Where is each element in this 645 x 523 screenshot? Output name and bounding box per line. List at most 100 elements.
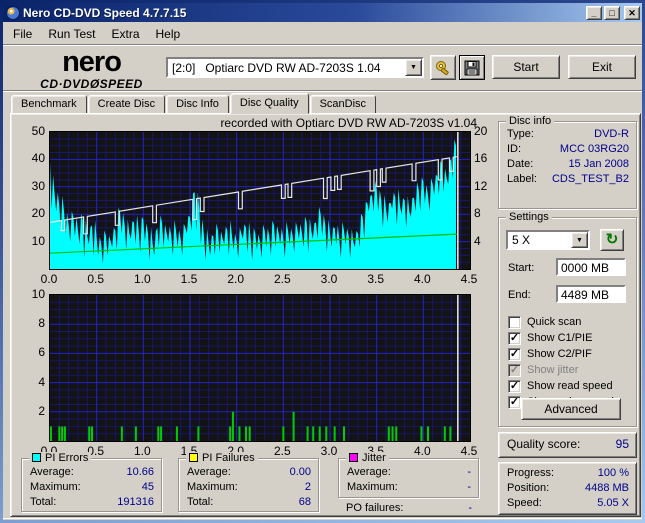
pi-errors-label: Total:	[30, 496, 57, 508]
speed-select-value: 5 X	[512, 233, 531, 247]
tab-disc-info[interactable]: Disc Info	[166, 95, 229, 114]
checkbox-show-jitter[interactable]: ✓ Show jitter	[508, 363, 578, 377]
axis-tick: 3.0	[320, 444, 338, 458]
start-mb-field[interactable]: 0000 MB	[556, 258, 626, 276]
title-bar[interactable]: Nero CD-DVD Speed 4.7.7.15 _ □ ✕	[3, 3, 642, 22]
pi-errors-panel-title: PI Errors	[29, 452, 92, 464]
pi-errors-value: 10.66	[126, 466, 154, 478]
pi-errors-row: Maximum: 45	[22, 480, 161, 495]
checkbox-show-read-speed[interactable]: ✓ Show read speed	[508, 379, 613, 393]
save-button[interactable]	[459, 55, 485, 80]
end-mb-field[interactable]: 4489 MB	[556, 285, 626, 303]
quality-score-value: 95	[615, 437, 629, 451]
disc-info-panel: Disc info Type: DVD-R ID: MCC 03RG20 Date: 15…	[498, 115, 637, 209]
pi-failures-panel-title: PI Failures	[186, 452, 258, 464]
pi-errors-panel: PI Errors Average: 10.66 Maximum: 45 Total: 1…	[21, 452, 162, 512]
pi-failures-panel: PI Failures Average: 0.00 Maximum: 2 Total: 6…	[178, 452, 319, 512]
axis-tick: 0.5	[87, 272, 104, 286]
checkbox-box[interactable]: ✓	[508, 347, 521, 361]
refresh-button[interactable]: ↻	[600, 229, 624, 251]
tab-scandisc[interactable]: ScanDisc	[309, 95, 377, 114]
window-client-area: Nero CD-DVD Speed 4.7.7.15 _ □ ✕ File Run…	[3, 3, 642, 520]
jitter-label: Average:	[347, 466, 391, 478]
disc-info-label: ID:	[507, 143, 522, 155]
disc-info-value: CDS_TEST_B2	[551, 173, 629, 185]
pi-errors-row: Total: 191316	[22, 495, 161, 510]
end-mb-label: End:	[508, 289, 531, 301]
menu-item-file[interactable]: File	[5, 25, 40, 43]
pi-errors-value: 191316	[117, 496, 154, 508]
jitter-row: Maximum: -	[339, 480, 478, 495]
menu-item-run-test[interactable]: Run Test	[40, 25, 103, 43]
tools-icon	[436, 60, 449, 75]
pi-failures-label: Total:	[187, 496, 214, 508]
close-button[interactable]: ✕	[624, 5, 640, 20]
jitter-value: -	[467, 466, 471, 478]
pi-errors-swatch	[32, 453, 41, 462]
disc-info-row: Label: CDS_TEST_B2	[499, 172, 636, 187]
toolbar: nero CD·DVDØSPEED [2:0] Optiarc DVD RW A…	[3, 46, 642, 114]
jitter-swatch	[349, 453, 358, 462]
checkbox-show-c2-pif[interactable]: ✓ Show C2/PIF	[508, 347, 592, 361]
menu-item-extra[interactable]: Extra	[103, 25, 147, 43]
disc-info-value: 15 Jan 2008	[568, 158, 629, 170]
refresh-icon: ↻	[605, 231, 619, 248]
axis-tick: 2.5	[273, 272, 291, 286]
drive-select-value: [2:0] Optiarc DVD RW AD-7203S 1.04	[172, 60, 381, 75]
pi-errors-chart	[49, 131, 471, 270]
pi-failures-value: 68	[298, 496, 311, 508]
menu-item-help[interactable]: Help	[148, 25, 189, 43]
axis-tick: 0.0	[40, 272, 58, 286]
pi-failures-swatch	[189, 453, 198, 462]
disc-info-title: Disc info	[506, 115, 555, 127]
po-failures-value: -	[468, 502, 472, 514]
app-icon	[6, 5, 20, 20]
chevron-down-icon[interactable]: ▼	[405, 59, 422, 76]
axis-tick: 3.0	[320, 272, 338, 286]
disc-info-label: Type:	[507, 128, 534, 140]
checkbox-box[interactable]: ✓	[508, 395, 521, 409]
status-strip	[3, 518, 642, 520]
disc-info-value: MCC 03RG20	[559, 143, 629, 155]
progress-panel: Progress: 100 % Position: 4488 MB Speed: 5.05…	[498, 462, 637, 515]
checkbox-box[interactable]: ✓	[508, 363, 521, 377]
progress-value: 5.05 X	[597, 497, 629, 509]
progress-label: Speed:	[507, 497, 542, 509]
settings-panel: Settings 5 X ▼ ↻ Start: 0000 MB End: 448…	[498, 211, 637, 427]
tab-create-disc[interactable]: Create Disc	[87, 95, 166, 114]
checkbox-label: Show jitter	[527, 364, 579, 376]
drive-select[interactable]: [2:0] Optiarc DVD RW AD-7203S 1.04 ▼	[166, 57, 424, 78]
exit-button[interactable]: Exit	[568, 55, 636, 79]
checkbox-label: Show C1/PIE	[527, 332, 593, 344]
drive-tools-button[interactable]	[430, 55, 456, 80]
axis-tick: 20	[31, 206, 45, 221]
minimize-button[interactable]: _	[586, 5, 602, 20]
chart-title: recorded with Optiarc DVD RW AD-7203S v1…	[220, 116, 477, 130]
speed-select[interactable]: 5 X ▼	[506, 230, 590, 250]
progress-label: Progress:	[507, 467, 555, 479]
maximize-button[interactable]: □	[604, 5, 620, 20]
advanced-button[interactable]: Advanced	[521, 398, 621, 420]
tab-disc-quality[interactable]: Disc Quality	[229, 93, 309, 114]
checkbox-quick-scan[interactable]: Quick scan	[508, 315, 581, 329]
checkbox-show-c1-pie[interactable]: ✓ Show C1/PIE	[508, 331, 592, 345]
axis-tick: 10	[31, 287, 45, 301]
checkbox-label: Quick scan	[527, 316, 582, 328]
pi-failures-chart	[49, 294, 471, 442]
start-button[interactable]: Start	[492, 55, 560, 79]
axis-tick: 1.5	[180, 272, 198, 286]
axis-tick: 6	[38, 345, 45, 360]
axis-tick: 4	[474, 233, 481, 248]
checkbox-box[interactable]	[508, 315, 521, 329]
pi-failures-row: Maximum: 2	[179, 480, 318, 495]
app-window: Nero CD-DVD Speed 4.7.7.15 _ □ ✕ File Run…	[0, 0, 645, 523]
pi-failures-value: 2	[304, 481, 311, 493]
pi-failures-row: Total: 68	[179, 495, 318, 510]
checkbox-box[interactable]: ✓	[508, 331, 521, 345]
checkbox-box[interactable]: ✓	[508, 379, 521, 393]
pi-errors-label: Maximum:	[30, 481, 81, 493]
chevron-down-icon[interactable]: ▼	[571, 232, 588, 248]
axis-tick: 4.0	[413, 444, 431, 458]
progress-row: Progress: 100 %	[499, 466, 636, 481]
tab-benchmark[interactable]: Benchmark	[11, 95, 87, 114]
